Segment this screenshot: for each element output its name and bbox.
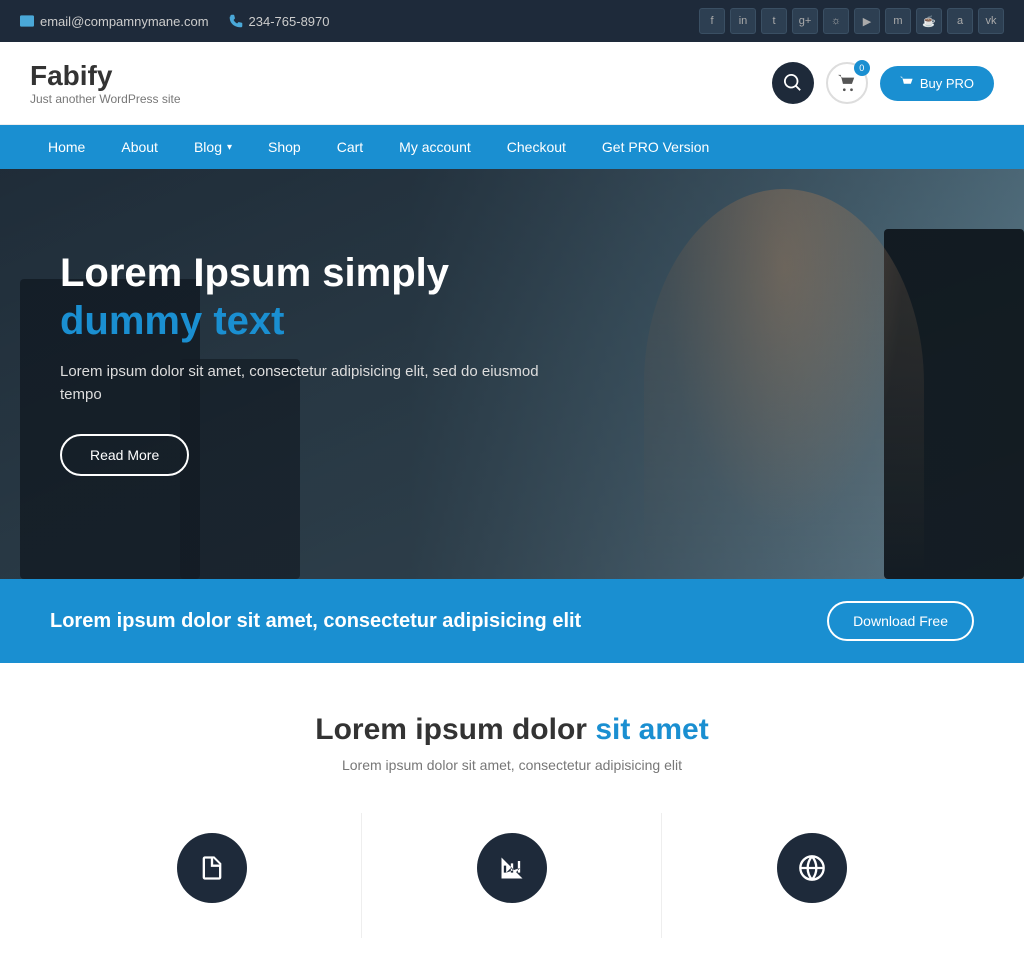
- nav-item-blog[interactable]: Blog ▾: [176, 125, 250, 169]
- cart-small-icon: [900, 76, 914, 90]
- feature-icon-circle-2: [477, 833, 547, 903]
- nav-item-about[interactable]: About: [103, 125, 176, 169]
- logo-tagline: Just another WordPress site: [30, 92, 181, 106]
- chevron-down-icon: ▾: [227, 142, 232, 153]
- hero-content: Lorem Ipsum simply dummy text Lorem ipsu…: [0, 169, 620, 556]
- cta-bar: Lorem ipsum dolor sit amet, consectetur …: [0, 579, 1024, 663]
- nav-item-checkout[interactable]: Checkout: [489, 125, 584, 169]
- hero-title-text: Lorem Ipsum simply: [60, 251, 449, 295]
- document-icon: [198, 854, 226, 882]
- features-grid: [40, 813, 984, 938]
- feature-card-3: [662, 813, 962, 938]
- messenger-icon[interactable]: m: [885, 8, 911, 34]
- social-links: f in t g+ ☼ ▶ m ☕ a vk: [699, 8, 1004, 34]
- features-title-text: Lorem ipsum dolor: [315, 713, 587, 746]
- features-title: Lorem ipsum dolor sit amet: [40, 713, 984, 747]
- nav-link-myaccount[interactable]: My account: [381, 125, 489, 169]
- twitter-icon[interactable]: t: [761, 8, 787, 34]
- nav-link-blog[interactable]: Blog ▾: [176, 125, 250, 169]
- buy-pro-button[interactable]: Buy PRO: [880, 66, 994, 101]
- search-icon: [784, 74, 802, 92]
- nav-item-shop[interactable]: Shop: [250, 125, 319, 169]
- nav-item-home[interactable]: Home: [30, 125, 103, 169]
- nav-link-home[interactable]: Home: [30, 125, 103, 169]
- nav-link-shop[interactable]: Shop: [250, 125, 319, 169]
- nav-link-about[interactable]: About: [103, 125, 176, 169]
- nav-item-cart[interactable]: Cart: [319, 125, 381, 169]
- hero-section: Lorem Ipsum simply dummy text Lorem ipsu…: [0, 169, 1024, 579]
- main-nav: Home About Blog ▾ Shop Cart My account C…: [0, 125, 1024, 169]
- cart-icon: [838, 74, 856, 92]
- logo[interactable]: Fabify Just another WordPress site: [30, 60, 181, 106]
- email-contact: email@compamnymane.com: [20, 14, 209, 29]
- youtube-icon[interactable]: ▶: [854, 8, 880, 34]
- cart-button[interactable]: 0: [826, 62, 868, 104]
- globe-icon: [798, 854, 826, 882]
- feature-icon-circle-1: [177, 833, 247, 903]
- android-icon[interactable]: a: [947, 8, 973, 34]
- features-title-highlight: sit amet: [595, 713, 708, 746]
- download-free-button[interactable]: Download Free: [827, 601, 974, 641]
- nav-link-checkout[interactable]: Checkout: [489, 125, 584, 169]
- features-section: Lorem ipsum dolor sit amet Lorem ipsum d…: [0, 663, 1024, 968]
- facebook-icon[interactable]: f: [699, 8, 725, 34]
- hero-read-more-button[interactable]: Read More: [60, 434, 189, 476]
- top-bar: email@compamnymane.com 234-765-8970 f in…: [0, 0, 1024, 42]
- logo-title: Fabify: [30, 60, 181, 92]
- feature-icon-circle-3: [777, 833, 847, 903]
- vk-icon[interactable]: vk: [978, 8, 1004, 34]
- hero-title: Lorem Ipsum simply dummy text: [60, 249, 560, 345]
- hero-subtitle: Lorem ipsum dolor sit amet, consectetur …: [60, 361, 560, 406]
- logo-name: Fabify: [30, 60, 112, 91]
- googleplus-icon[interactable]: g+: [792, 8, 818, 34]
- email-icon: [20, 14, 34, 28]
- cart-badge: 0: [854, 60, 870, 76]
- instagram-icon[interactable]: ☼: [823, 8, 849, 34]
- features-subtitle: Lorem ipsum dolor sit amet, consectetur …: [40, 757, 984, 773]
- phone-text: 234-765-8970: [249, 14, 330, 29]
- hero-title-highlight: dummy text: [60, 299, 285, 343]
- feature-card-1: [62, 813, 362, 938]
- nav-item-myaccount[interactable]: My account: [381, 125, 489, 169]
- shop-icon[interactable]: ☕: [916, 8, 942, 34]
- linkedin-icon[interactable]: in: [730, 8, 756, 34]
- site-header: Fabify Just another WordPress site 0 Buy…: [0, 42, 1024, 125]
- search-button[interactable]: [772, 62, 814, 104]
- phone-icon: [229, 14, 243, 28]
- phone-contact: 234-765-8970: [229, 14, 330, 29]
- nav-link-pro[interactable]: Get PRO Version: [584, 125, 727, 169]
- chart-icon: [498, 854, 526, 882]
- email-text: email@compamnymane.com: [40, 14, 209, 29]
- nav-item-pro[interactable]: Get PRO Version: [584, 125, 727, 169]
- feature-card-2: [362, 813, 662, 938]
- cta-text: Lorem ipsum dolor sit amet, consectetur …: [50, 610, 581, 633]
- top-bar-contacts: email@compamnymane.com 234-765-8970: [20, 14, 330, 29]
- header-actions: 0 Buy PRO: [772, 62, 994, 104]
- nav-link-cart[interactable]: Cart: [319, 125, 381, 169]
